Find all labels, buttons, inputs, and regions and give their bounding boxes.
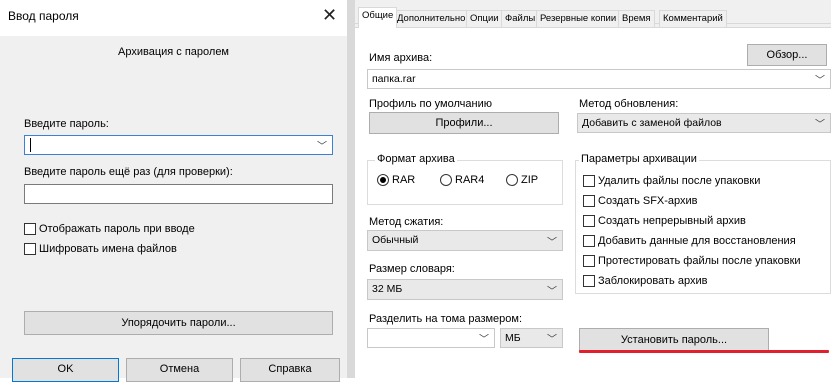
radio-button[interactable]: [506, 174, 518, 186]
archive-settings-dialog: Общие Дополнительно Опции Файлы Резервны…: [355, 0, 831, 378]
compression-method-select[interactable]: Обычный ﹀: [367, 230, 563, 251]
tab-advanced[interactable]: Дополнительно: [393, 10, 470, 28]
option-label: Создать SFX-архив: [598, 195, 698, 207]
compression-method-value: Обычный: [372, 234, 419, 246]
option-solid[interactable]: Создать непрерывный архив: [583, 215, 746, 227]
browse-button[interactable]: Обзор...: [747, 44, 827, 66]
tab-general[interactable]: Общие: [358, 7, 398, 28]
dictionary-size-label: Размер словаря:: [369, 263, 455, 275]
option-delete-after[interactable]: Удалить файлы после упаковки: [583, 175, 760, 187]
title-bar: Ввод пароля ✕: [0, 0, 347, 36]
option-label: Удалить файлы после упаковки: [598, 175, 761, 187]
option-recovery[interactable]: Добавить данные для восстановления: [583, 235, 796, 247]
chevron-down-icon[interactable]: ﹀: [317, 138, 327, 153]
tab-options[interactable]: Опции: [466, 10, 503, 28]
format-label: RAR4: [455, 174, 485, 186]
set-password-button[interactable]: Установить пароль...: [579, 328, 769, 352]
password-label: Введите пароль:: [24, 118, 109, 130]
encrypt-names-label: Шифровать имена файлов: [39, 243, 177, 255]
option-label: Создать непрерывный архив: [598, 215, 746, 227]
repeat-password-label: Введите пароль ещё раз (для проверки):: [24, 166, 233, 178]
option-test[interactable]: Протестировать файлы после упаковки: [583, 255, 801, 267]
option-label: Добавить данные для восстановления: [598, 235, 796, 247]
split-volumes-label: Разделить на тома размером:: [369, 313, 523, 325]
dialog-heading: Архивация с паролем: [118, 46, 229, 58]
format-label: ZIP: [521, 174, 539, 186]
split-size-input[interactable]: ﹀: [367, 328, 495, 348]
checkbox-box[interactable]: [583, 215, 595, 227]
checkbox-box[interactable]: [583, 275, 595, 287]
dialog-title: Ввод пароля: [8, 9, 79, 23]
update-method-select[interactable]: Добавить с заменой файлов ﹀: [577, 113, 831, 133]
format-rar-radio[interactable]: RAR: [377, 174, 415, 186]
format-zip-radio[interactable]: ZIP: [506, 174, 538, 186]
radio-button[interactable]: [377, 174, 389, 186]
chevron-down-icon[interactable]: ﹀: [547, 282, 557, 297]
dictionary-size-value: 32 МБ: [372, 283, 403, 295]
checkbox-box[interactable]: [24, 223, 36, 235]
checkbox-box[interactable]: [583, 195, 595, 207]
default-profile-label: Профиль по умолчанию: [369, 98, 492, 110]
option-label: Протестировать файлы после упаковки: [598, 255, 801, 267]
chevron-down-icon[interactable]: ﹀: [479, 331, 489, 346]
password-dialog: Ввод пароля ✕ Архивация с паролем Введит…: [0, 0, 347, 382]
text-cursor: [30, 138, 31, 152]
radio-button[interactable]: [440, 174, 452, 186]
help-button[interactable]: Справка: [240, 358, 340, 382]
show-password-label: Отображать пароль при вводе: [39, 223, 195, 235]
tab-files[interactable]: Файлы: [501, 10, 540, 28]
tab-bar: Общие Дополнительно Опции Файлы Резервны…: [355, 0, 831, 28]
checkbox-box[interactable]: [24, 243, 36, 255]
archiving-options-title: Параметры архивации: [579, 153, 699, 165]
profiles-button[interactable]: Профили...: [369, 112, 559, 134]
archive-format-title: Формат архива: [375, 153, 457, 165]
chevron-down-icon[interactable]: ﹀: [815, 72, 825, 87]
encrypt-names-checkbox[interactable]: Шифровать имена файлов: [24, 243, 177, 255]
tab-comment[interactable]: Комментарий: [659, 10, 727, 28]
split-unit-select[interactable]: МБ ﹀: [500, 328, 563, 348]
tab-backups[interactable]: Резервные копии: [536, 10, 621, 28]
checkbox-box[interactable]: [583, 235, 595, 247]
organize-passwords-button[interactable]: Упорядочить пароли...: [24, 311, 333, 335]
close-icon[interactable]: ✕: [322, 4, 337, 26]
chevron-down-icon[interactable]: ﹀: [815, 116, 825, 131]
checkbox-box[interactable]: [583, 175, 595, 187]
archive-name-value: папка.rar: [372, 73, 416, 85]
compression-method-label: Метод сжатия:: [369, 216, 444, 228]
ok-button[interactable]: OK: [12, 358, 119, 382]
tab-time[interactable]: Время: [618, 10, 655, 28]
update-method-label: Метод обновления:: [579, 98, 679, 110]
highlight-underline: [579, 350, 829, 353]
checkbox-box[interactable]: [583, 255, 595, 267]
option-sfx[interactable]: Создать SFX-архив: [583, 195, 698, 207]
archive-name-label: Имя архива:: [369, 52, 433, 64]
password-input[interactable]: ﹀: [24, 135, 333, 155]
option-lock[interactable]: Заблокировать архив: [583, 275, 707, 287]
format-rar4-radio[interactable]: RAR4: [440, 174, 484, 186]
repeat-password-input[interactable]: [24, 184, 333, 204]
format-label: RAR: [392, 174, 416, 186]
dictionary-size-select[interactable]: 32 МБ ﹀: [367, 279, 563, 300]
update-method-value: Добавить с заменой файлов: [582, 117, 722, 129]
general-panel: Имя архива: Обзор... папка.rar ﹀ Профиль…: [355, 27, 831, 378]
chevron-down-icon[interactable]: ﹀: [547, 331, 557, 346]
archive-name-input[interactable]: папка.rar ﹀: [367, 69, 831, 89]
show-password-checkbox[interactable]: Отображать пароль при вводе: [24, 223, 195, 235]
divider: [347, 0, 355, 378]
cancel-button[interactable]: Отмена: [126, 358, 233, 382]
chevron-down-icon[interactable]: ﹀: [547, 233, 557, 248]
option-label: Заблокировать архив: [598, 275, 708, 287]
split-unit-value: МБ: [505, 332, 521, 344]
